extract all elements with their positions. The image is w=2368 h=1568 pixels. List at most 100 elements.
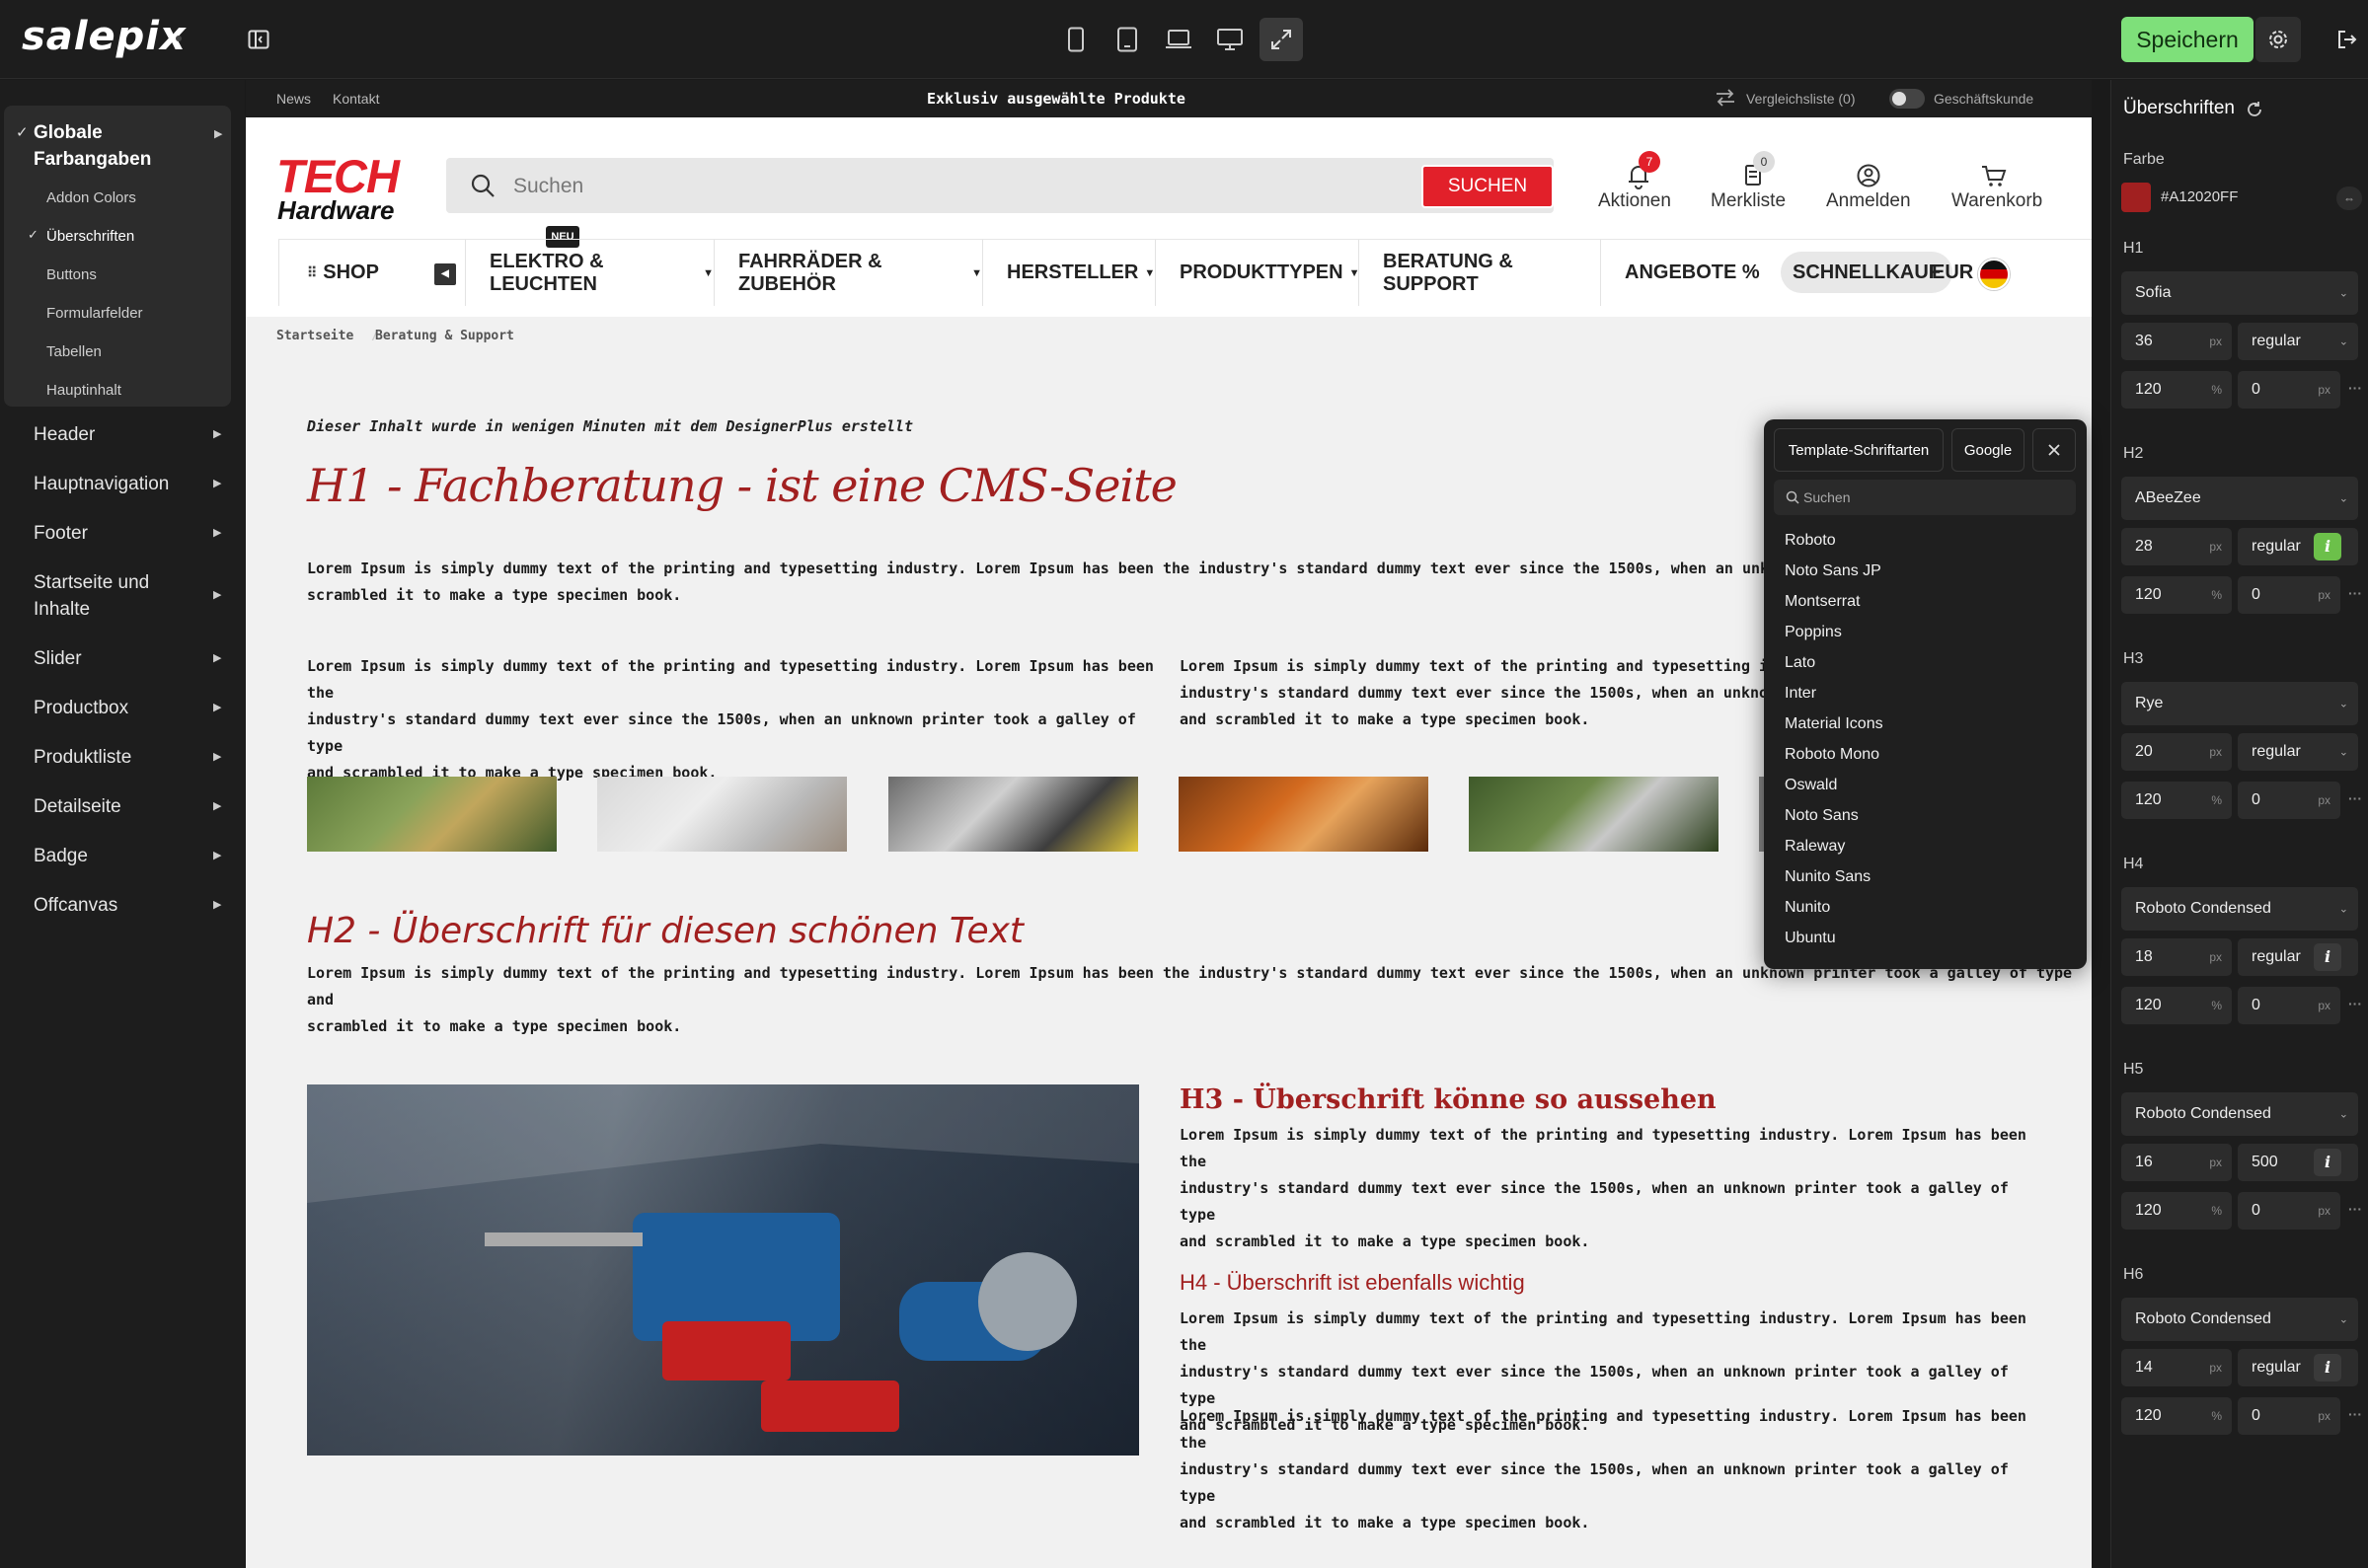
italic-toggle[interactable]: i — [2314, 1149, 2341, 1176]
more-options-icon[interactable]: ··· — [2348, 1201, 2362, 1217]
font-option[interactable]: Lato — [1785, 654, 1815, 672]
more-options-icon[interactable]: ··· — [2348, 790, 2362, 806]
sidebar-item-detailseite[interactable]: Detailseite — [34, 793, 121, 820]
font-option[interactable]: Inter — [1785, 685, 1816, 703]
italic-toggle[interactable]: i — [2314, 533, 2341, 560]
font-option[interactable]: Raleway — [1785, 838, 1845, 856]
sidebar-item-startseite[interactable]: Startseite und Inhalte — [34, 569, 149, 623]
font-weight-select[interactable]: regular ⌄ — [2238, 323, 2358, 360]
color-swatch[interactable] — [2121, 183, 2151, 212]
business-toggle[interactable] — [1889, 89, 1925, 109]
compare-list-link[interactable]: Vergleichsliste (0) — [1746, 91, 1856, 107]
line-height-input[interactable]: 120 % — [2121, 987, 2232, 1024]
breadcrumb-startseite[interactable]: Startseite — [276, 329, 353, 343]
font-search-input[interactable]: Suchen — [1774, 480, 2076, 515]
more-options-icon[interactable]: ··· — [2348, 996, 2362, 1011]
warenkorb-label[interactable]: Warenkorb — [1951, 190, 2042, 212]
letter-spacing-input[interactable]: 0 px — [2238, 1192, 2340, 1230]
desktop-view-icon[interactable] — [1208, 18, 1252, 61]
sidebar-item-produktliste[interactable]: Produktliste — [34, 744, 131, 771]
font-family-select[interactable]: ABeeZee ⌄ — [2121, 477, 2358, 520]
font-size-input[interactable]: 14 px — [2121, 1349, 2232, 1386]
sidebar-sub-ueberschriften[interactable]: Überschriften — [46, 228, 134, 245]
link-news[interactable]: News — [276, 91, 311, 107]
refresh-icon[interactable] — [2245, 100, 2264, 124]
link-icon[interactable]: ⇔ — [2336, 187, 2362, 210]
font-option[interactable]: Montserrat — [1785, 593, 1860, 611]
font-option[interactable]: Noto Sans JP — [1785, 562, 1881, 580]
logout-icon[interactable] — [2330, 22, 2365, 57]
sidebar-sub-addon-colors[interactable]: Addon Colors — [46, 189, 136, 206]
anmelden-label[interactable]: Anmelden — [1826, 190, 1911, 212]
flag-de-icon[interactable] — [1978, 259, 2010, 290]
sidebar-group-globale-farbangaben[interactable]: ✓ Globale Farbangaben ▶ Addon Colors ✓ Ü… — [4, 106, 231, 407]
font-option[interactable]: Nunito Sans — [1785, 868, 1871, 886]
sidebar-sub-tabellen[interactable]: Tabellen — [46, 343, 102, 360]
letter-spacing-input[interactable]: 0 px — [2238, 371, 2340, 409]
font-option[interactable]: Ubuntu — [1785, 930, 1836, 947]
sidebar-item-slider[interactable]: Slider — [34, 645, 82, 672]
nav-fahrraeder[interactable]: FAHRRÄDER & ZUBEHÖR ▼ — [715, 240, 983, 306]
aktionen-label[interactable]: Aktionen — [1598, 190, 1671, 212]
more-options-icon[interactable]: ··· — [2348, 1406, 2362, 1422]
sidebar-item-badge[interactable]: Badge — [34, 843, 88, 869]
line-height-input[interactable]: 120 % — [2121, 1397, 2232, 1435]
font-option[interactable]: Roboto Mono — [1785, 746, 1879, 764]
settings-gear-icon[interactable] — [2255, 17, 2301, 62]
line-height-input[interactable]: 120 % — [2121, 782, 2232, 819]
more-options-icon[interactable]: ··· — [2348, 380, 2362, 396]
sidebar-item-hauptnavigation[interactable]: Hauptnavigation — [34, 471, 169, 497]
fullscreen-view-icon[interactable] — [1260, 18, 1303, 61]
font-option[interactable]: Roboto — [1785, 532, 1836, 550]
sidebar-item-footer[interactable]: Footer — [34, 520, 88, 547]
sidebar-toggle-icon[interactable] — [241, 22, 276, 57]
italic-toggle[interactable]: i — [2314, 1354, 2341, 1381]
font-option[interactable]: Noto Sans — [1785, 807, 1859, 825]
font-family-select[interactable]: Roboto Condensed ⌄ — [2121, 1092, 2358, 1136]
breadcrumb-beratung[interactable]: Beratung & Support — [375, 329, 514, 343]
color-hex-value[interactable]: #A12020FF — [2161, 188, 2238, 205]
italic-toggle[interactable]: i — [2314, 943, 2341, 971]
sidebar-sub-formularfelder[interactable]: Formularfelder — [46, 305, 143, 322]
line-height-input[interactable]: 120 % — [2121, 1192, 2232, 1230]
font-size-input[interactable]: 36 px — [2121, 323, 2232, 360]
font-size-input[interactable]: 20 px — [2121, 733, 2232, 771]
merkliste-label[interactable]: Merkliste — [1711, 190, 1786, 212]
nav-produkttypen[interactable]: PRODUKTTYPEN ▼ — [1156, 240, 1359, 306]
shop-search-input[interactable]: Suchen SUCHEN — [446, 158, 1554, 213]
font-option[interactable]: Material Icons — [1785, 715, 1883, 733]
chevron-left-icon[interactable]: ◀ — [434, 263, 456, 285]
letter-spacing-input[interactable]: 0 px — [2238, 576, 2340, 614]
font-option[interactable]: Oswald — [1785, 777, 1837, 794]
letter-spacing-input[interactable]: 0 px — [2238, 1397, 2340, 1435]
font-family-select[interactable]: Rye ⌄ — [2121, 682, 2358, 725]
shop-logo-hardware[interactable]: Hardware — [277, 195, 395, 226]
search-button[interactable]: SUCHEN — [1421, 165, 1554, 208]
sidebar-sub-buttons[interactable]: Buttons — [46, 266, 97, 283]
sidebar-sub-hauptinhalt[interactable]: Hauptinhalt — [46, 382, 121, 399]
tab-template-fonts[interactable]: Template-Schriftarten — [1774, 428, 1944, 472]
letter-spacing-input[interactable]: 0 px — [2238, 987, 2340, 1024]
font-option[interactable]: Poppins — [1785, 624, 1842, 641]
nav-hersteller[interactable]: HERSTELLER ▼ — [983, 240, 1156, 306]
nav-elektro[interactable]: ELEKTRO & LEUCHTEN ▼ — [466, 240, 715, 306]
nav-shop[interactable]: ⠿ SHOP ◀ — [278, 240, 466, 306]
nav-angebote[interactable]: ANGEBOTE % — [1601, 240, 1779, 306]
currency-selector[interactable]: EUR — [1932, 240, 1973, 306]
line-height-input[interactable]: 120 % — [2121, 371, 2232, 409]
font-size-input[interactable]: 28 px — [2121, 528, 2232, 565]
sidebar-item-productbox[interactable]: Productbox — [34, 695, 128, 721]
font-family-select[interactable]: Sofia ⌄ — [2121, 271, 2358, 315]
tab-google-fonts[interactable]: Google — [1951, 428, 2024, 472]
font-option[interactable]: Nunito — [1785, 899, 1830, 917]
save-button[interactable]: Speichern — [2121, 17, 2253, 62]
quick-buy-button[interactable]: SCHNELLKAUF — [1781, 252, 1952, 293]
sidebar-item-header[interactable]: Header — [34, 421, 95, 448]
more-options-icon[interactable]: ··· — [2348, 585, 2362, 601]
line-height-input[interactable]: 120 % — [2121, 576, 2232, 614]
sidebar-item-offcanvas[interactable]: Offcanvas — [34, 892, 117, 919]
close-icon[interactable] — [2032, 428, 2076, 472]
font-family-select[interactable]: Roboto Condensed ⌄ — [2121, 887, 2358, 931]
link-kontakt[interactable]: Kontakt — [333, 91, 379, 107]
font-size-input[interactable]: 18 px — [2121, 938, 2232, 976]
